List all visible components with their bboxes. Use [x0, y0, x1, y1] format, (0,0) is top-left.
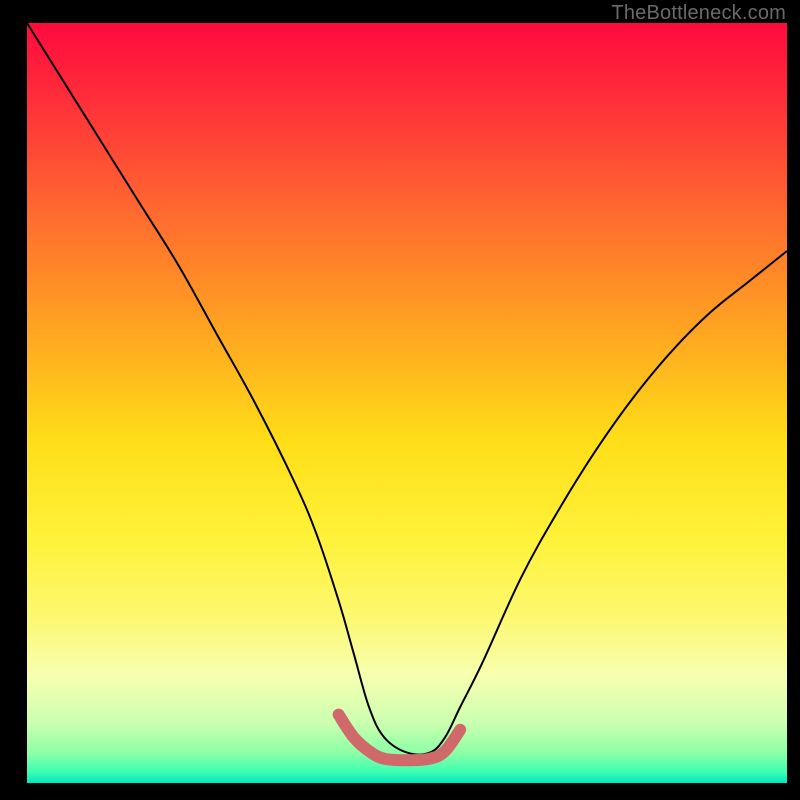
chart-plot [27, 23, 787, 783]
watermark-text: TheBottleneck.com [611, 2, 786, 25]
gradient-background [27, 23, 787, 783]
chart-frame: TheBottleneck.com [0, 0, 800, 800]
